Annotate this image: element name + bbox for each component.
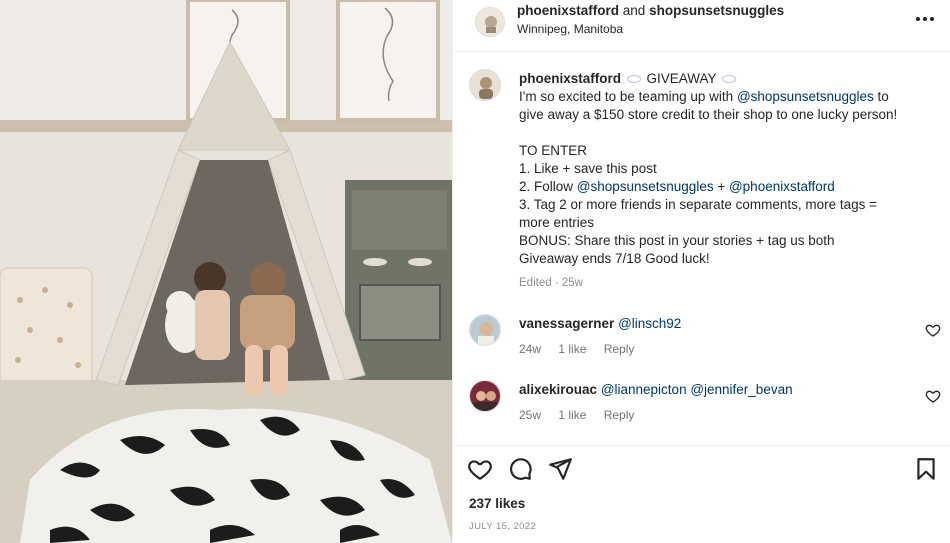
comment-age[interactable]: 25w: [519, 408, 541, 422]
post-photo-illustration: [0, 0, 452, 543]
post-date[interactable]: JULY 15, 2022: [469, 521, 536, 532]
author-avatar[interactable]: [475, 7, 505, 37]
caption-ends: Giveaway ends 7/18 Good luck!: [519, 251, 710, 266]
share-icon[interactable]: [547, 456, 573, 482]
caption-step2-sep: +: [713, 179, 729, 194]
mention-link[interactable]: @linsch92: [618, 316, 681, 331]
mention-link[interactable]: @phoenixstafford: [729, 179, 835, 194]
comment-item: vanessagerner @linsch92 24w 1 like Reply: [453, 312, 950, 372]
caption-step3b: more entries: [519, 215, 595, 230]
comment-likes[interactable]: 1 like: [558, 408, 586, 422]
collab-username[interactable]: shopsunsetsnuggles: [649, 3, 784, 18]
caption-username[interactable]: phoenixstafford: [519, 71, 621, 86]
heart-outline-icon: [626, 75, 641, 84]
caption-to-enter: TO ENTER: [519, 143, 588, 158]
reply-button[interactable]: Reply: [604, 342, 635, 356]
comment-username[interactable]: alixekirouac: [519, 382, 597, 397]
caption-step3a: 3. Tag 2 or more friends in separate com…: [519, 197, 878, 212]
caption-step2-pre: 2. Follow: [519, 179, 577, 194]
caption-meta: Edited · 25w: [519, 277, 583, 289]
commenter-avatar[interactable]: [469, 380, 501, 412]
comment-text: alixekirouac @liannepicton @jennifer_bev…: [519, 382, 793, 397]
comment-username[interactable]: vanessagerner: [519, 316, 614, 331]
heart-outline-icon: [722, 75, 737, 84]
mention-link[interactable]: @liannepicton @jennifer_bevan: [601, 382, 793, 397]
comment-icon[interactable]: [507, 456, 533, 482]
caption-step1: 1. Like + save this post: [519, 161, 657, 176]
caption-line2: give away a $150 store credit to their s…: [519, 107, 898, 122]
comment-meta: 25w 1 like Reply: [519, 408, 648, 422]
author-username[interactable]: phoenixstafford: [517, 3, 619, 18]
comment-heart-icon[interactable]: [925, 388, 941, 404]
mention-link[interactable]: @shopsunsetsnuggles: [577, 179, 714, 194]
action-bar: [453, 445, 950, 489]
comment-item: alixekirouac @liannepicton @jennifer_bev…: [453, 378, 950, 438]
reply-button[interactable]: Reply: [604, 408, 635, 422]
caption-bonus: BONUS: Share this post in your stories +…: [519, 233, 835, 248]
heart-icon[interactable]: [467, 456, 493, 482]
collab-joiner: and: [622, 3, 646, 18]
bookmark-icon[interactable]: [913, 456, 939, 482]
post-image[interactable]: [0, 0, 452, 543]
caption-line1-post: to: [873, 89, 889, 104]
edited-label: Edited: [519, 277, 552, 289]
comment-meta: 24w 1 like Reply: [519, 342, 648, 356]
more-icon[interactable]: [913, 10, 937, 28]
caption-age[interactable]: 25w: [562, 277, 583, 289]
post-details-panel: phoenixstafford and shopsunsetsnuggles W…: [452, 0, 950, 543]
mention-link[interactable]: @shopsunsetsnuggles: [737, 89, 874, 104]
post-header: phoenixstafford and shopsunsetsnuggles W…: [453, 0, 950, 52]
caption-line1-pre: I'm so excited to be teaming up with: [519, 89, 737, 104]
comment-age[interactable]: 24w: [519, 342, 541, 356]
caption-avatar[interactable]: [469, 69, 501, 101]
commenter-avatar[interactable]: [469, 314, 501, 346]
caption-text: phoenixstafford GIVEAWAY I'm so excited …: [519, 70, 934, 292]
comment-likes[interactable]: 1 like: [558, 342, 586, 356]
caption-tag: GIVEAWAY: [646, 71, 717, 86]
comment-heart-icon[interactable]: [925, 322, 941, 338]
post-location[interactable]: Winnipeg, Manitoba: [517, 22, 623, 36]
comment-text: vanessagerner @linsch92: [519, 316, 681, 331]
header-usernames: phoenixstafford and shopsunsetsnuggles: [517, 3, 784, 18]
likes-count[interactable]: 237 likes: [469, 496, 525, 511]
